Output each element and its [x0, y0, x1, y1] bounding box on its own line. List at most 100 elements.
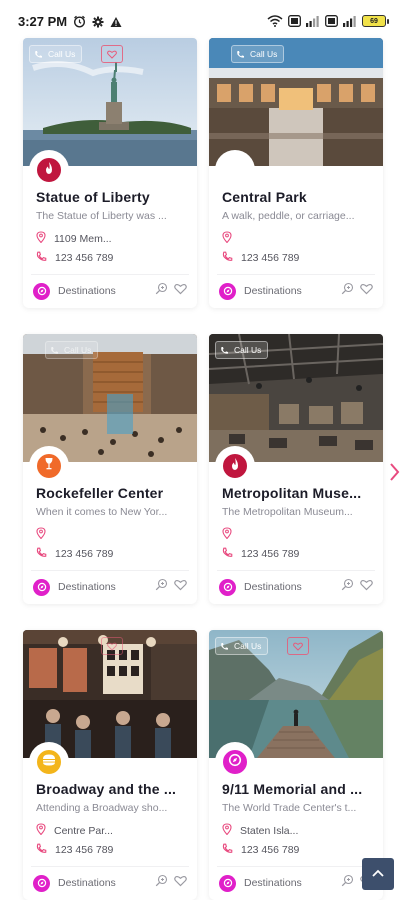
card-divider	[217, 866, 375, 867]
chevron-up-icon	[371, 865, 385, 883]
address-row: Centre Par...	[36, 823, 113, 838]
call-us-button[interactable]: Call Us	[45, 341, 99, 359]
destinations-category-icon[interactable]	[219, 578, 236, 596]
call-us-button[interactable]: Call Us	[215, 637, 269, 655]
card-description: The World Trade Center's t...	[222, 802, 357, 814]
category-label[interactable]: Destinations	[244, 877, 341, 889]
search-zoom-icon[interactable]	[155, 282, 168, 300]
category-label[interactable]: Destinations	[58, 285, 155, 297]
card-footer: Destinations	[33, 577, 187, 597]
heart-icon[interactable]	[174, 578, 187, 596]
phone-icon	[220, 346, 229, 355]
central-park-mall-photo[interactable]: Call Us	[209, 38, 383, 166]
card-title[interactable]: Statue of Liberty	[36, 189, 188, 205]
card-description: The Metropolitan Museum...	[222, 506, 353, 518]
call-us-button[interactable]: Call Us	[215, 341, 269, 359]
call-us-label: Call Us	[234, 345, 262, 355]
card-title[interactable]: Central Park	[222, 189, 374, 205]
destinations-category-icon[interactable]	[33, 282, 50, 300]
call-us-label: Call Us	[48, 49, 76, 59]
phone-row[interactable]: 123 456 789	[222, 843, 299, 857]
card-divider	[31, 866, 189, 867]
next-page-arrow[interactable]	[386, 462, 402, 486]
category-label[interactable]: Destinations	[58, 581, 155, 593]
phone-row[interactable]: 123 456 789	[222, 251, 299, 265]
destinations-category-icon[interactable]	[33, 578, 50, 596]
phone-icon	[50, 346, 59, 355]
destination-card[interactable]: Call Us Central Park A walk, peddle, or …	[209, 38, 383, 308]
category-label[interactable]: Destinations	[58, 877, 155, 889]
destination-card[interactable]: Call Us Statue of Liberty The Statue of …	[23, 38, 197, 308]
card-footer: Destinations	[33, 873, 187, 893]
heart-icon[interactable]	[360, 282, 373, 300]
burger-icon	[42, 753, 56, 771]
card-footer: Destinations	[33, 281, 187, 301]
phone-row[interactable]: 123 456 789	[222, 547, 299, 561]
card-phone: 123 456 789	[241, 252, 300, 264]
search-zoom-icon[interactable]	[341, 874, 354, 892]
card-divider	[31, 570, 189, 571]
call-us-label: Call Us	[234, 641, 262, 651]
location-pin-icon	[222, 231, 232, 246]
phone-icon	[220, 642, 229, 651]
phone-icon	[222, 251, 233, 265]
search-zoom-icon[interactable]	[341, 282, 354, 300]
address-row	[222, 231, 240, 246]
warning-icon	[110, 15, 122, 29]
card-phone: 123 456 789	[241, 844, 300, 856]
category-label[interactable]: Destinations	[244, 285, 341, 297]
call-us-label: Call Us	[250, 49, 278, 59]
category-badge[interactable]	[220, 747, 250, 777]
destination-card[interactable]: Call Us 9/11 Memorial and ... The World …	[209, 630, 383, 900]
destination-card[interactable]: Call Us Metropolitan Muse... The Metropo…	[209, 334, 383, 604]
destination-card[interactable]: Call Us Rockefeller Center When it comes…	[23, 334, 197, 604]
card-title[interactable]: Rockefeller Center	[36, 485, 188, 501]
search-zoom-icon[interactable]	[155, 578, 168, 596]
destinations-category-icon[interactable]	[219, 874, 236, 892]
category-badge[interactable]	[34, 451, 64, 481]
phone-icon	[34, 50, 43, 59]
call-us-button[interactable]: Call Us	[231, 45, 285, 63]
phone-icon	[236, 50, 245, 59]
phone-icon	[222, 547, 233, 561]
category-badge[interactable]	[220, 155, 250, 185]
broadway-restaurant-photo[interactable]	[23, 630, 197, 758]
card-title[interactable]: Metropolitan Muse...	[222, 485, 374, 501]
card-description: A walk, peddle, or carriage...	[222, 210, 355, 222]
category-badge[interactable]	[34, 747, 64, 777]
phone-row[interactable]: 123 456 789	[36, 843, 113, 857]
favorite-button[interactable]	[101, 637, 123, 655]
card-title[interactable]: 9/11 Memorial and ...	[222, 781, 374, 797]
heart-icon[interactable]	[174, 282, 187, 300]
statue-of-liberty-photo[interactable]: Call Us	[23, 38, 197, 166]
destinations-category-icon[interactable]	[33, 874, 50, 892]
location-pin-icon	[36, 823, 46, 838]
scroll-to-top-button[interactable]	[362, 858, 394, 890]
favorite-button[interactable]	[287, 637, 309, 655]
heart-icon	[293, 642, 303, 651]
destinations-category-icon[interactable]	[219, 282, 236, 300]
911-memorial-lake-photo[interactable]: Call Us	[209, 630, 383, 758]
heart-icon[interactable]	[360, 578, 373, 596]
metropolitan-museum-photo[interactable]: Call Us	[209, 334, 383, 462]
heart-icon[interactable]	[174, 874, 187, 892]
phone-row[interactable]: 123 456 789	[36, 547, 113, 561]
battery-level: 69	[370, 17, 378, 25]
card-footer: Destinations	[219, 577, 373, 597]
settings-icon	[92, 15, 104, 29]
destination-card[interactable]: Broadway and the ... Attending a Broadwa…	[23, 630, 197, 900]
phone-row[interactable]: 123 456 789	[36, 251, 113, 265]
search-zoom-icon[interactable]	[155, 874, 168, 892]
category-badge[interactable]	[220, 451, 250, 481]
category-label[interactable]: Destinations	[244, 581, 341, 593]
favorite-button[interactable]	[101, 45, 123, 63]
call-us-button[interactable]: Call Us	[29, 45, 83, 63]
card-phone: 123 456 789	[55, 252, 114, 264]
category-badge[interactable]	[34, 155, 64, 185]
card-description: The Statue of Liberty was ...	[36, 210, 167, 222]
volte-icon	[288, 14, 301, 28]
card-title[interactable]: Broadway and the ...	[36, 781, 188, 797]
card-divider	[217, 274, 375, 275]
search-zoom-icon[interactable]	[341, 578, 354, 596]
rockefeller-center-photo[interactable]: Call Us	[23, 334, 197, 462]
